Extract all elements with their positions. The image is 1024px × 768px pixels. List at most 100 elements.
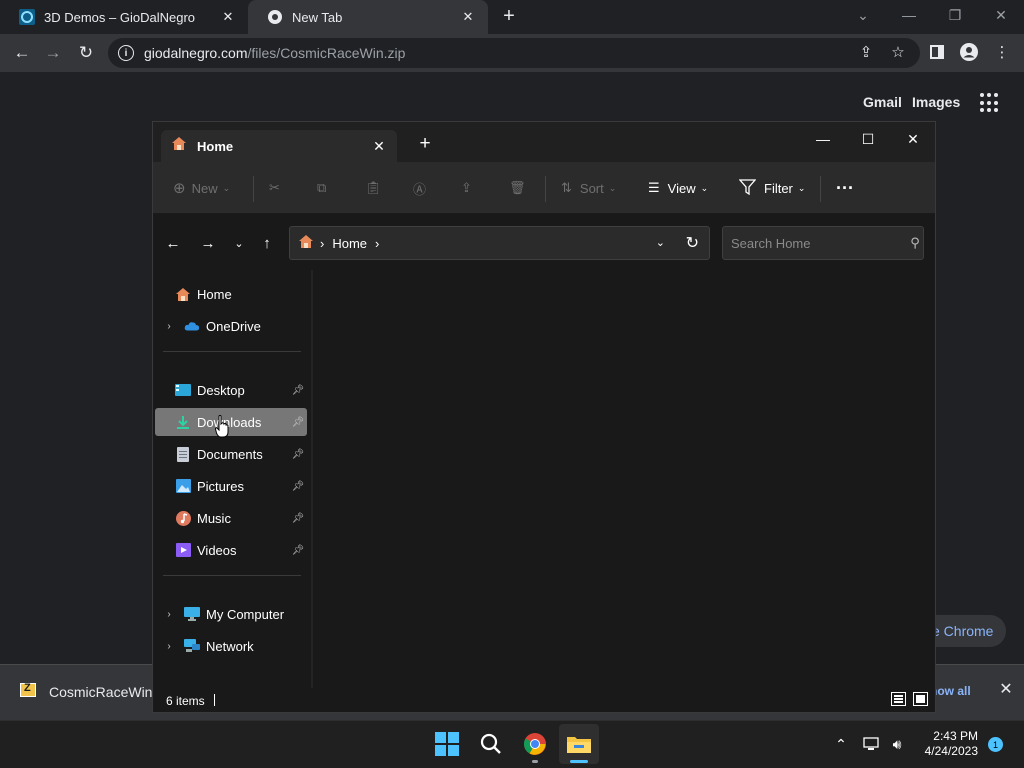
minimize-icon[interactable]: — <box>805 126 841 152</box>
breadcrumb-home[interactable]: Home <box>332 236 367 251</box>
new-button[interactable]: ⊕ New ⌄ <box>173 176 230 200</box>
nav-item-desktop[interactable]: Desktop 📌︎ <box>155 376 307 404</box>
close-tab-icon[interactable]: ✕ <box>458 7 478 27</box>
up-arrow-icon[interactable]: ↑ <box>257 234 277 252</box>
close-window-icon[interactable]: ✕ <box>978 0 1024 30</box>
address-bar[interactable]: i giodalnegro.com/files/CosmicRaceWin.zi… <box>108 38 920 68</box>
file-explorer-window: Home ✕ + — ☐ ✕ ⊕ New ⌄ ✂ ⧉ 📋︎ Ⓐ ⇪ 🗑︎ ⇅ So… <box>152 121 936 713</box>
back-arrow-icon[interactable]: ← <box>9 40 35 66</box>
expand-chevron-icon[interactable]: › <box>163 321 175 332</box>
volume-icon[interactable]: 🔊︎ <box>887 734 907 754</box>
sort-button[interactable]: ⇅ Sort ⌄ <box>561 176 616 200</box>
nav-item-my-computer[interactable]: › My Computer <box>155 600 307 628</box>
forward-arrow-icon[interactable]: → <box>198 234 218 252</box>
start-windows-icon[interactable] <box>427 724 467 764</box>
large-icons-view-icon[interactable] <box>913 692 928 706</box>
search-icon[interactable] <box>471 724 511 764</box>
nav-item-onedrive[interactable]: › OneDrive <box>155 312 307 340</box>
share-icon[interactable]: ⇪ <box>855 41 877 63</box>
view-button[interactable]: ☰ View ⌄ <box>648 176 708 200</box>
videos-folder-icon <box>175 542 191 558</box>
home-icon <box>175 286 191 302</box>
address-history-chevron-icon[interactable]: ⌄ <box>656 236 665 249</box>
nav-item-home[interactable]: Home <box>155 280 307 308</box>
bookmark-star-icon[interactable]: ☆ <box>887 41 909 63</box>
explorer-title-bar: Home ✕ + — ☐ ✕ <box>153 122 935 162</box>
cloud-icon <box>184 318 200 334</box>
tab-search-chevron-icon[interactable]: ⌄ <box>840 0 886 30</box>
delete-icon[interactable]: 🗑︎ <box>509 176 526 200</box>
chrome-menu-icon[interactable]: ⋮ <box>991 41 1013 63</box>
search-input[interactable] <box>723 235 907 251</box>
expand-chevron-icon[interactable]: › <box>163 609 175 620</box>
item-count: 6 items <box>166 694 205 708</box>
nav-item-downloads[interactable]: Downloads 📌︎ <box>155 408 307 436</box>
explorer-address-bar[interactable]: › Home › ⌄ ↻ <box>289 226 710 260</box>
browser-tab-giodalnegro[interactable]: 3D Demos – GioDalNegro ✕ <box>0 0 248 34</box>
cut-icon[interactable]: ✂ <box>269 176 280 200</box>
sort-icon: ⇅ <box>561 180 572 195</box>
breadcrumb-chevron-icon[interactable]: › <box>375 236 379 251</box>
minimize-icon[interactable]: — <box>886 0 932 30</box>
side-panel-icon[interactable] <box>926 41 948 63</box>
see-more-icon[interactable]: ··· <box>836 176 854 200</box>
close-window-icon[interactable]: ✕ <box>895 126 931 152</box>
filter-button[interactable]: Filter ⌄ <box>738 176 805 200</box>
nav-item-network[interactable]: › Network <box>155 632 307 660</box>
nav-item-videos[interactable]: Videos 📌︎ <box>155 536 307 564</box>
details-view-icon[interactable] <box>891 692 906 706</box>
back-arrow-icon[interactable]: ← <box>163 234 183 252</box>
share-icon[interactable]: ⇪ <box>461 176 472 200</box>
explorer-content-area[interactable] <box>313 270 935 688</box>
show-hidden-icons-chevron-icon[interactable]: ⌃ <box>831 734 851 754</box>
url-host: giodalnegro.com <box>144 45 248 61</box>
notification-badge[interactable]: 1 <box>988 737 1003 752</box>
clock-time: 2:43 PM <box>933 729 978 743</box>
restore-icon[interactable]: ❐ <box>932 0 978 30</box>
paste-icon[interactable]: 📋︎ <box>365 176 382 200</box>
download-file-name[interactable]: CosmicRaceWin.zi <box>49 684 166 700</box>
nav-item-documents[interactable]: Documents 📌︎ <box>155 440 307 468</box>
close-tab-icon[interactable]: ✕ <box>218 7 238 27</box>
nav-item-label: OneDrive <box>206 318 261 334</box>
rename-icon[interactable]: Ⓐ <box>413 176 426 200</box>
nav-item-label: Music <box>197 510 231 526</box>
sort-button-label: Sort <box>579 180 604 196</box>
site-info-icon[interactable]: i <box>118 45 134 61</box>
explorer-command-bar: ⊕ New ⌄ ✂ ⧉ 📋︎ Ⓐ ⇪ 🗑︎ ⇅ Sort ⌄ ☰ View ⌄ Fil… <box>153 162 935 214</box>
desktop-folder-icon <box>175 382 191 398</box>
show-all-downloads-link[interactable]: how all <box>930 684 971 698</box>
nav-item-label: Home <box>197 286 232 302</box>
search-icon: ⚲ <box>910 235 920 250</box>
nav-item-music[interactable]: Music 📌︎ <box>155 504 307 532</box>
pin-icon: 📌︎ <box>291 544 305 556</box>
explorer-tab-home[interactable]: Home ✕ <box>161 130 397 162</box>
close-download-shelf-icon[interactable]: ✕ <box>998 682 1014 698</box>
system-clock[interactable]: 2:43 PM 4/24/2023 <box>918 729 978 759</box>
explorer-active-indicator <box>570 760 588 763</box>
google-apps-icon[interactable] <box>980 93 1000 113</box>
download-folder-icon <box>175 414 191 430</box>
home-icon <box>171 136 187 156</box>
images-link[interactable]: Images <box>912 94 960 110</box>
refresh-icon[interactable]: ↻ <box>686 233 699 253</box>
nav-item-pictures[interactable]: Pictures 📌︎ <box>155 472 307 500</box>
maximize-icon[interactable]: ☐ <box>850 126 886 152</box>
breadcrumb-chevron-icon[interactable]: › <box>320 236 324 251</box>
browser-tab-new-tab[interactable]: New Tab ✕ <box>248 0 488 34</box>
network-status-icon[interactable] <box>862 734 882 754</box>
new-tab-button[interactable]: + <box>498 6 520 28</box>
pin-icon: 📌︎ <box>291 384 305 396</box>
chrome-taskbar-icon[interactable] <box>515 724 555 764</box>
file-explorer-taskbar-icon[interactable] <box>559 724 599 764</box>
forward-arrow-icon[interactable]: → <box>40 40 66 66</box>
reload-icon[interactable]: ↻ <box>73 40 99 66</box>
expand-chevron-icon[interactable]: › <box>163 641 175 652</box>
profile-avatar-icon[interactable] <box>958 41 980 63</box>
copy-icon[interactable]: ⧉ <box>317 176 326 200</box>
close-tab-icon[interactable]: ✕ <box>369 136 389 156</box>
explorer-new-tab-icon[interactable]: + <box>415 134 435 154</box>
gmail-link[interactable]: Gmail <box>863 94 902 110</box>
explorer-search-box[interactable]: ⚲ <box>722 226 924 260</box>
recent-locations-chevron-icon[interactable]: ⌄ <box>229 234 249 252</box>
